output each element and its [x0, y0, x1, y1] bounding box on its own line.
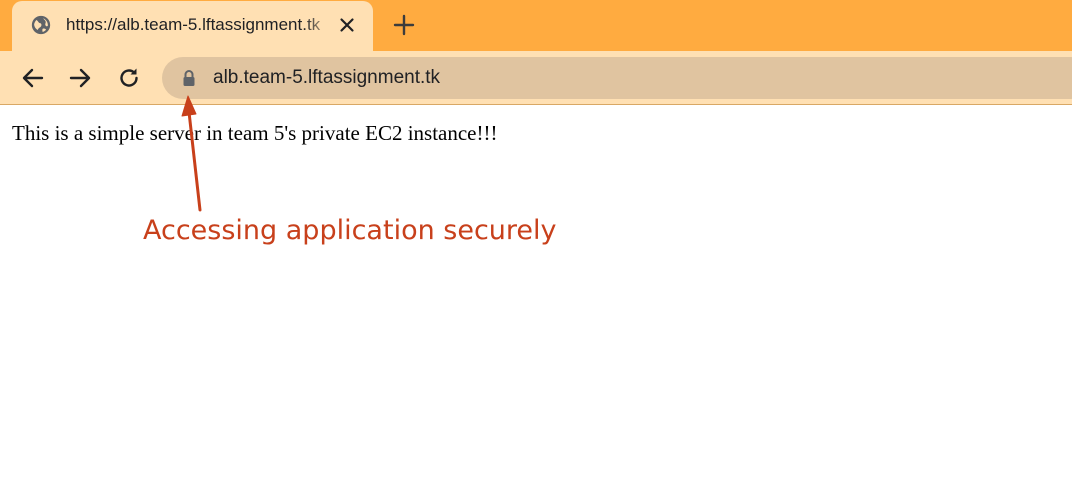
tab-strip: https://alb.team-5.lftassignment.tk — [0, 0, 1072, 51]
page-content: This is a simple server in team 5's priv… — [0, 105, 1072, 478]
address-bar[interactable]: alb.team-5.lftassignment.tk — [162, 57, 1072, 99]
toolbar: alb.team-5.lftassignment.tk — [0, 51, 1072, 105]
arrow-left-icon[interactable] — [20, 65, 46, 91]
arrow-right-icon[interactable] — [67, 65, 93, 91]
plus-icon[interactable] — [392, 13, 416, 37]
page-body-text: This is a simple server in team 5's priv… — [12, 121, 498, 145]
annotation-label: Accessing application securely — [143, 215, 557, 246]
lock-icon[interactable] — [181, 69, 197, 87]
browser-window: https://alb.team-5.lftassignment.tk alb.… — [0, 0, 1072, 478]
active-tab[interactable]: https://alb.team-5.lftassignment.tk — [12, 1, 373, 51]
url-text[interactable]: alb.team-5.lftassignment.tk — [213, 67, 440, 89]
globe-icon — [31, 15, 51, 35]
reload-icon[interactable] — [116, 65, 142, 91]
tab-title: https://alb.team-5.lftassignment.tk — [66, 15, 321, 34]
close-icon[interactable] — [338, 16, 356, 34]
